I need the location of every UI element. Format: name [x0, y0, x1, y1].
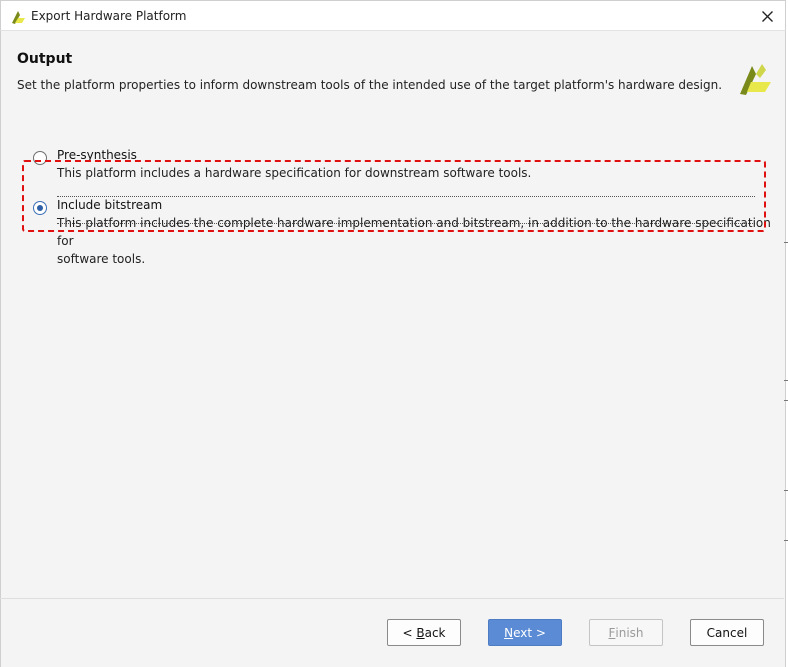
edge-artifact: [784, 540, 788, 541]
divider: [0, 598, 784, 599]
finish-mnemonic: F: [608, 625, 616, 640]
cancel-button[interactable]: Cancel: [690, 619, 764, 646]
finish-button[interactable]: Finish: [589, 619, 663, 646]
edge-artifact: [784, 400, 788, 401]
page-title: Output: [17, 51, 73, 67]
title-bar: Export Hardware Platform: [0, 0, 786, 31]
close-icon: [761, 10, 773, 22]
next-rest: ext >: [513, 625, 546, 640]
selection-highlight: [22, 160, 766, 232]
close-button[interactable]: [755, 5, 779, 27]
xilinx-logo-icon: [740, 64, 771, 95]
back-button[interactable]: < Back: [387, 619, 461, 646]
window-title: Export Hardware Platform: [31, 9, 187, 23]
wizard-page: Output Set the platform properties to in…: [0, 31, 786, 667]
back-mnemonic: B: [416, 625, 425, 640]
xilinx-logo-icon: [12, 11, 25, 24]
finish-rest: inish: [615, 625, 644, 640]
page-description: Set the platform properties to inform do…: [17, 78, 723, 92]
next-button[interactable]: Next >: [488, 619, 562, 646]
next-mnemonic: N: [504, 625, 514, 640]
back-rest: ack: [424, 625, 446, 640]
edge-artifact: [784, 242, 788, 243]
back-prefix: <: [402, 625, 417, 640]
edge-artifact: [784, 380, 788, 381]
edge-artifact: [784, 490, 788, 491]
description-line: software tools.: [57, 252, 146, 266]
